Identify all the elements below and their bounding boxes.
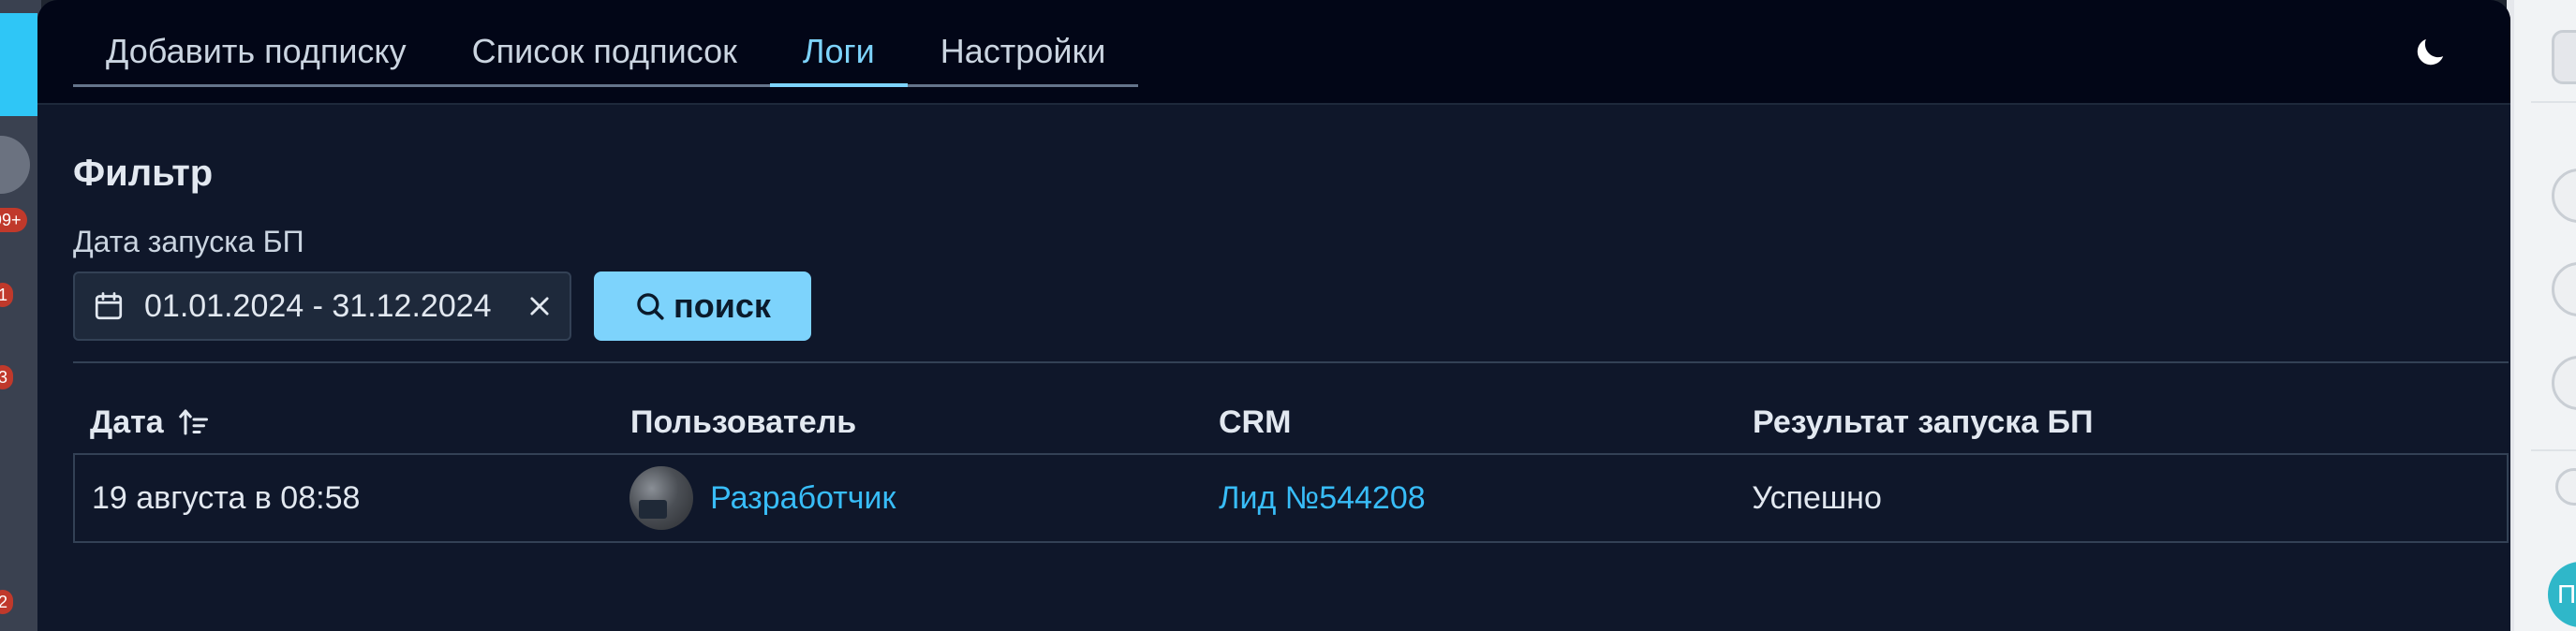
counter-badge: 3 xyxy=(0,365,14,389)
user-avatar-button[interactable]: П xyxy=(2548,562,2576,627)
background-avatar xyxy=(0,136,30,194)
date-range-value: 01.01.2024 - 31.12.2024 xyxy=(144,287,492,324)
divider xyxy=(2531,449,2576,451)
logs-modal: Добавить подписку Список подписок Логи Н… xyxy=(37,0,2510,631)
filter-title: Фильтр xyxy=(73,153,214,194)
modal-content: Фильтр Дата запуска БП 01.01.2024 - 31.1… xyxy=(37,150,2510,543)
close-slider-button[interactable]: ‹ xyxy=(0,13,37,116)
chat-icon[interactable] xyxy=(2552,356,2576,410)
search-button-label: поиск xyxy=(674,286,771,325)
notification-icon[interactable] xyxy=(2552,262,2576,316)
search-icon xyxy=(637,293,664,320)
background-left-strip: ‹ 99+ 1 3 2 xyxy=(0,0,41,631)
close-icon: ‹ xyxy=(0,13,37,116)
tab-add-subscription[interactable]: Добавить подписку xyxy=(73,22,439,84)
search-button[interactable]: поиск xyxy=(594,271,811,341)
help-icon[interactable] xyxy=(2552,30,2576,84)
calendar-icon xyxy=(95,292,123,320)
filter-row: 01.01.2024 - 31.12.2024 поиск xyxy=(73,271,2475,341)
column-header-user: Пользователь xyxy=(630,404,857,440)
settings-icon[interactable] xyxy=(2552,169,2576,223)
moon-icon xyxy=(2417,38,2444,66)
counter-badge: 99+ xyxy=(0,208,27,232)
tab-subscription-list[interactable]: Список подписок xyxy=(439,22,770,84)
user-link[interactable]: Разработчик xyxy=(710,480,896,517)
tab-bar: Добавить подписку Список подписок Логи Н… xyxy=(73,22,1139,87)
clear-icon[interactable] xyxy=(526,293,553,319)
tab-logs[interactable]: Логи xyxy=(769,22,908,87)
date-range-input[interactable]: 01.01.2024 - 31.12.2024 xyxy=(73,271,571,341)
table-header: Дата Пользователь CRM Результат запуска … xyxy=(73,391,2509,453)
table-row: 19 августа в 08:58 Разработчик Лид №5442… xyxy=(73,453,2509,543)
cell-crm: Лид №544208 xyxy=(1202,480,1735,517)
divider xyxy=(2531,101,2576,103)
column-header-date[interactable]: Дата xyxy=(73,404,614,441)
date-range-label: Дата запуска БП xyxy=(73,225,304,258)
avatar[interactable] xyxy=(629,466,694,530)
column-header-date-label: Дата xyxy=(90,404,164,440)
cell-result: Успешно xyxy=(1752,479,1882,516)
modal-header: Добавить подписку Список подписок Логи Н… xyxy=(37,0,2510,105)
sort-ascending-icon[interactable] xyxy=(177,405,211,439)
logs-table: Дата Пользователь CRM Результат запуска … xyxy=(73,391,2509,543)
tab-settings[interactable]: Настройки xyxy=(908,22,1139,84)
column-header-crm: CRM xyxy=(1219,404,1292,440)
crm-lead-link[interactable]: Лид №544208 xyxy=(1219,480,1426,517)
cell-user: Разработчик xyxy=(614,466,1202,530)
theme-toggle-button[interactable] xyxy=(2411,34,2449,71)
filter-divider xyxy=(73,361,2509,363)
search-icon[interactable] xyxy=(2555,468,2576,506)
column-header-result: Результат запуска БП xyxy=(1753,404,2094,440)
counter-badge: 1 xyxy=(0,283,14,307)
counter-badge: 2 xyxy=(0,590,14,614)
cell-date: 19 августа в 08:58 xyxy=(92,479,361,516)
background-right-strip: П xyxy=(2507,0,2576,631)
